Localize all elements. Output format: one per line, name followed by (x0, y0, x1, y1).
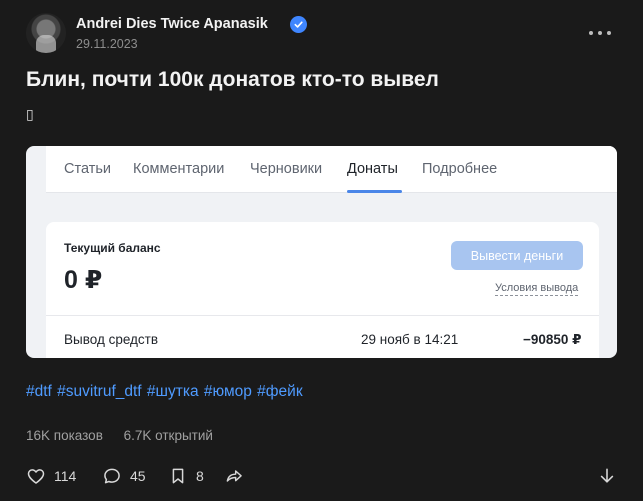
comment-button[interactable]: 45 (102, 466, 146, 486)
balance-card: Текущий баланс 0 ₽ Вывести деньги Услови… (46, 222, 599, 358)
post-card: Andrei Dies Twice Apanasik 29.11.2023 Бл… (0, 0, 643, 501)
image-tab-details: Подробнее (422, 161, 498, 177)
verified-icon (290, 16, 307, 33)
post-image[interactable]: Статьи Комментарии Черновики Донаты Подр… (26, 146, 617, 358)
author-name[interactable]: Andrei Dies Twice Apanasik (76, 16, 268, 32)
post-title: Блин, почти 100к донатов кто-то вывел (26, 68, 439, 91)
downvote-button[interactable] (597, 466, 617, 486)
transaction-date: 29 нояб в 14:21 (361, 332, 459, 347)
action-bar: 114 45 8 (26, 466, 617, 486)
comment-count: 45 (130, 468, 146, 484)
transaction-amount: −90850 ₽ (523, 332, 582, 347)
arrow-down-icon (600, 468, 614, 483)
bookmark-button[interactable]: 8 (168, 466, 204, 486)
image-tab-articles: Статьи (64, 161, 111, 177)
share-icon (226, 470, 242, 482)
post-stats: 16K показов 6.7K открытий (26, 428, 230, 443)
hashtag-link[interactable]: #юмор (204, 383, 252, 400)
like-count: 114 (54, 468, 77, 484)
hashtag-link[interactable]: #dtf (26, 383, 52, 400)
image-tab-bar: Статьи Комментарии Черновики Донаты Подр… (46, 146, 617, 193)
heart-icon (27, 469, 45, 484)
post-header: Andrei Dies Twice Apanasik 29.11.2023 (26, 13, 623, 53)
opens-count: 6.7K открытий (123, 428, 213, 443)
hashtag-link[interactable]: #шутка (147, 383, 199, 400)
hashtag-link[interactable]: #suvitruf_dtf (57, 383, 141, 400)
comment-icon (104, 468, 120, 484)
share-button[interactable] (224, 466, 244, 486)
image-tab-donations: Донаты (347, 161, 398, 177)
balance-label: Текущий баланс (64, 241, 161, 255)
withdraw-terms-link: Условия вывода (495, 282, 579, 296)
avatar[interactable] (26, 13, 66, 53)
divider (46, 315, 599, 316)
post-date[interactable]: 29.11.2023 (76, 37, 138, 51)
active-tab-indicator (347, 190, 402, 193)
image-tab-drafts: Черновики (250, 161, 323, 177)
balance-value: 0 ₽ (64, 266, 103, 294)
image-tab-comments: Комментарии (133, 161, 225, 177)
bookmark-count: 8 (196, 468, 204, 484)
transaction-label: Вывод средств (64, 332, 159, 347)
withdraw-button: Вывести деньги (451, 241, 583, 270)
bookmark-icon (172, 468, 184, 484)
like-button[interactable]: 114 (26, 466, 76, 486)
hashtag-list: #dtf #suvitruf_dtf #шутка #юмор #фейк (26, 383, 304, 401)
post-text: ▯ (26, 106, 34, 122)
more-options-icon[interactable] (589, 25, 611, 41)
hashtag-link[interactable]: #фейк (257, 383, 302, 400)
views-count: 16K показов (26, 428, 103, 443)
